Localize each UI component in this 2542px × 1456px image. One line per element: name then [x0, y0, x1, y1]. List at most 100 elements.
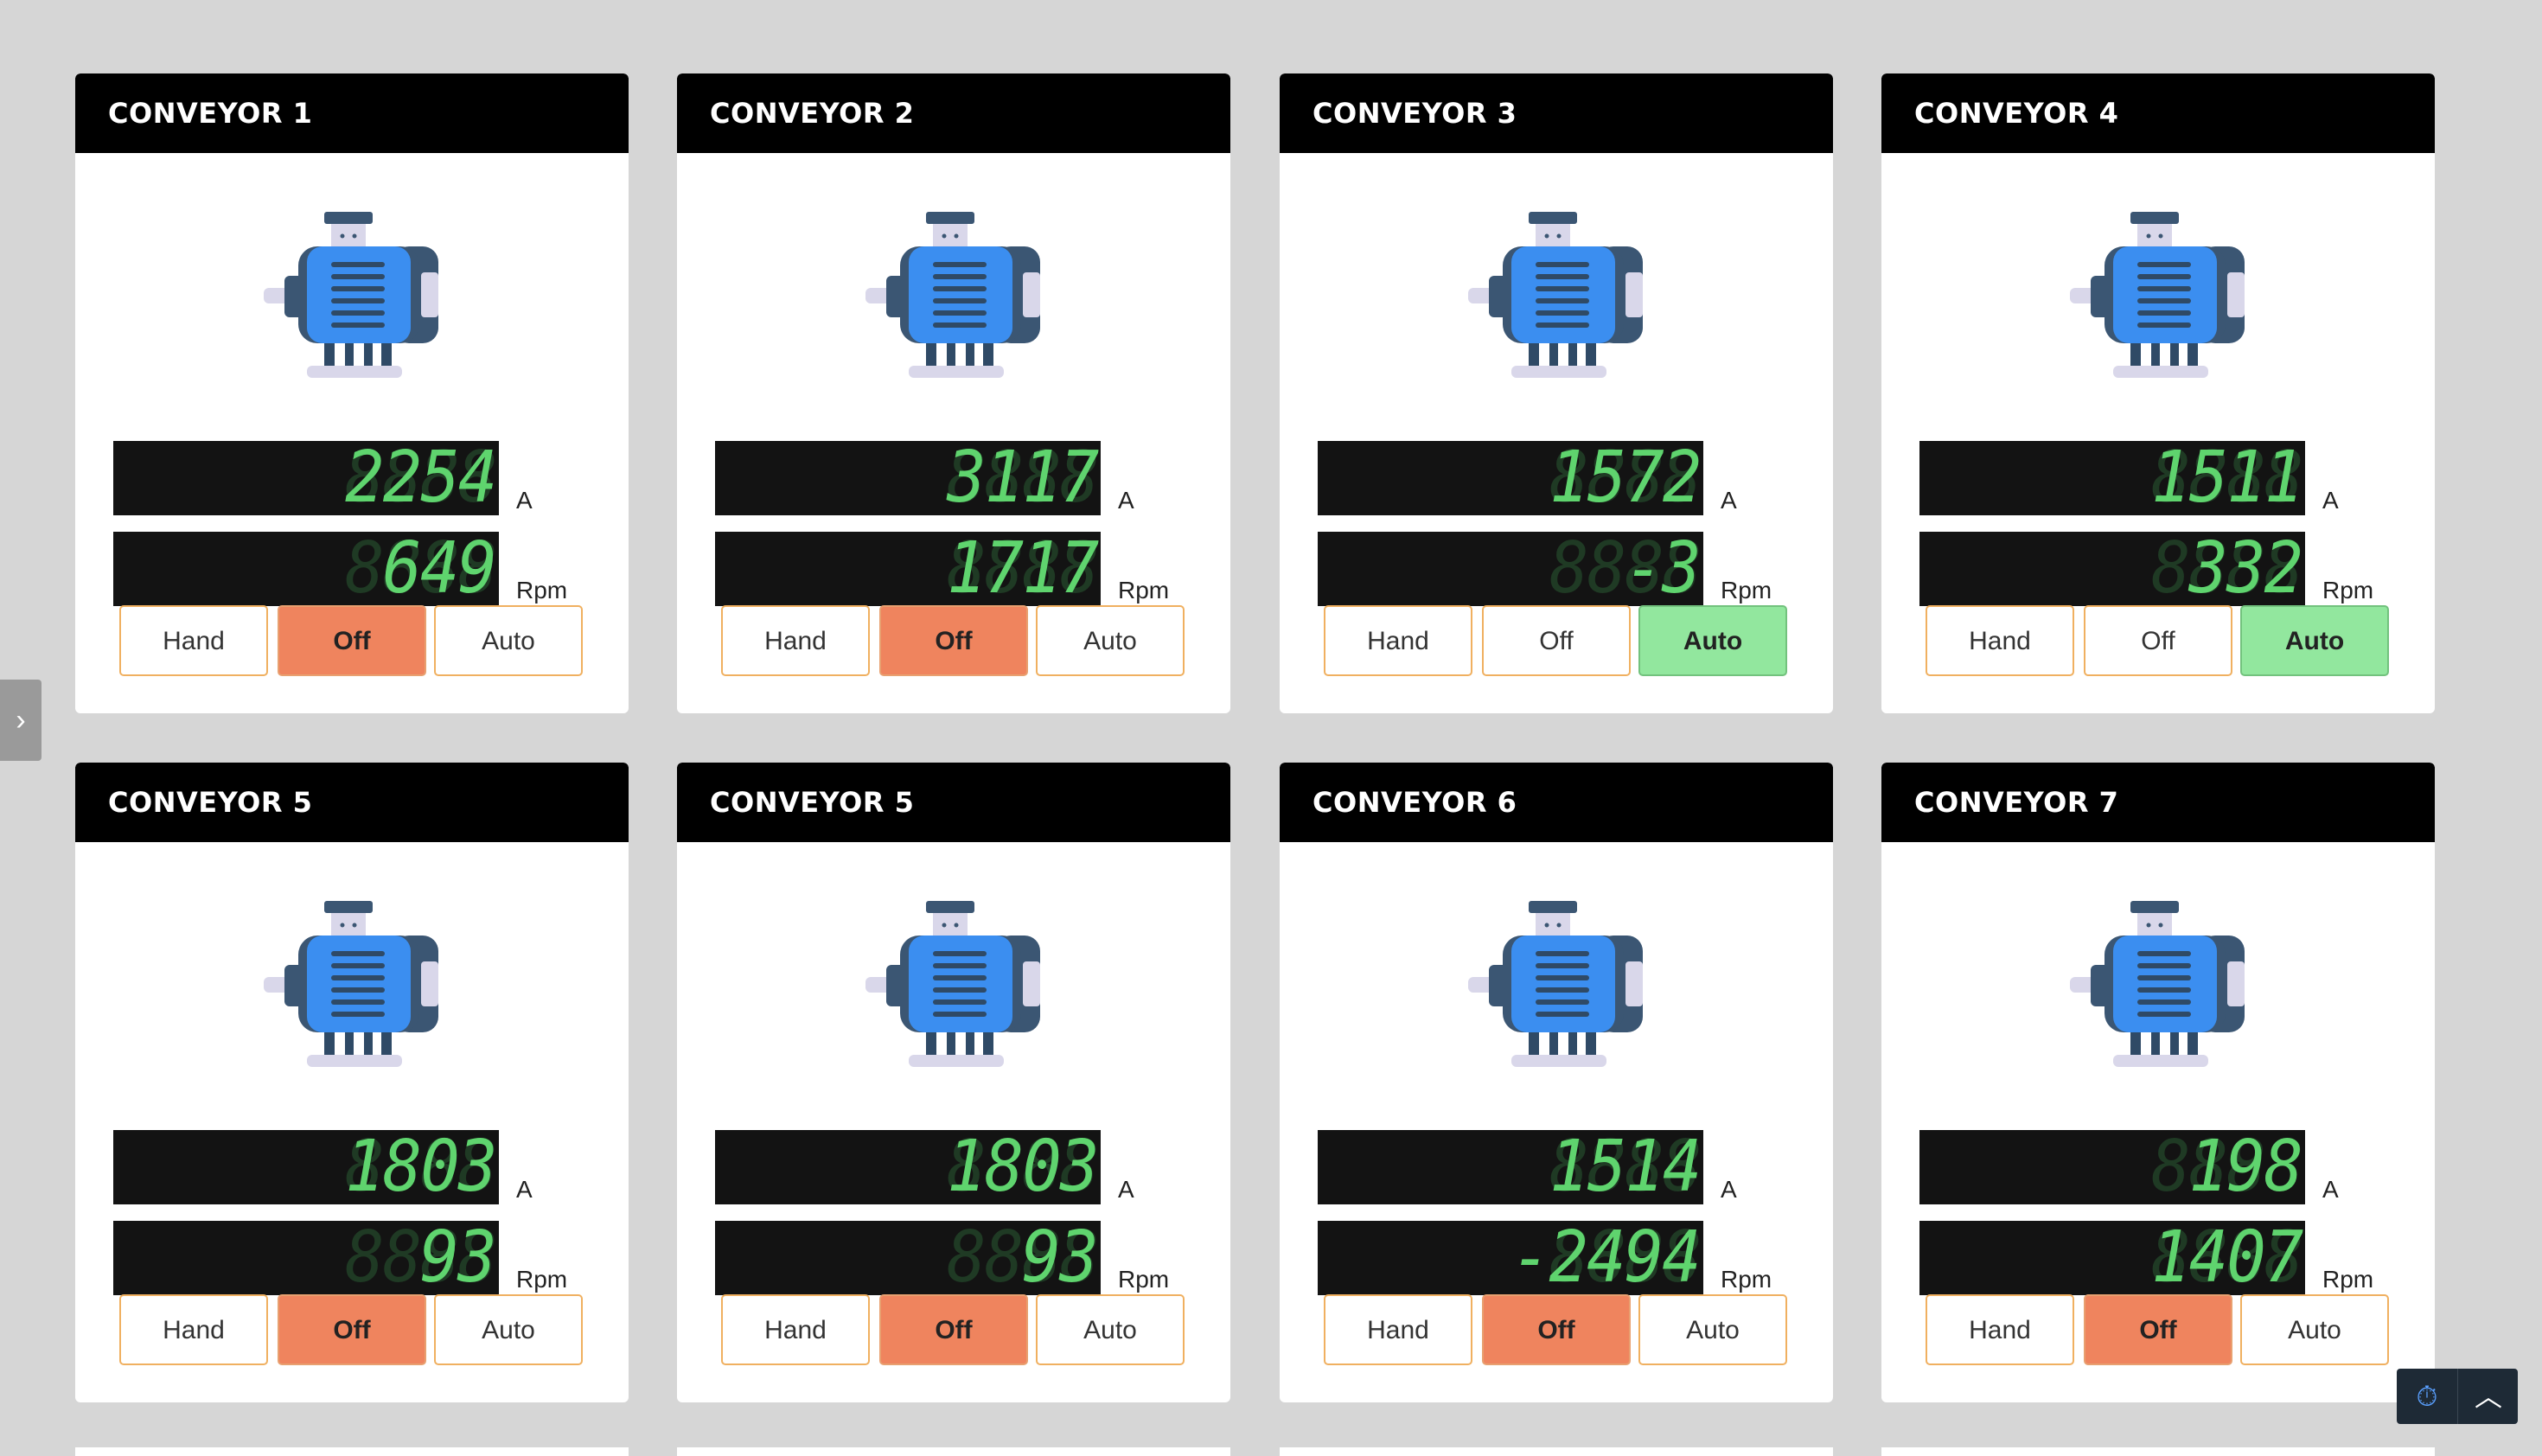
card-header: CONVEYOR 5 — [75, 763, 629, 842]
conveyor-card: CONVEYOR 2 8888 3117 A 8888 1717 Rpm Han… — [677, 73, 1230, 713]
speed-unit: Rpm — [1721, 1266, 1772, 1293]
speed-unit: Rpm — [2322, 1266, 2374, 1293]
auto-button[interactable]: Auto — [1638, 605, 1787, 676]
speed-value: -3 — [1624, 532, 1702, 606]
electric-motor-icon — [1468, 901, 1643, 1067]
speed-display: 8888 1407 — [1919, 1221, 2305, 1295]
hand-button[interactable]: Hand — [119, 1294, 268, 1365]
speed-display: 8888 649 — [113, 532, 499, 606]
speed-value: 332 — [2188, 532, 2303, 606]
speed-value: 93 — [419, 1221, 497, 1295]
partial-card — [1881, 1447, 2435, 1456]
hand-button[interactable]: Hand — [721, 605, 870, 676]
conveyor-title: CONVEYOR 4 — [1914, 97, 2119, 130]
auto-button[interactable]: Auto — [434, 605, 583, 676]
current-display: 8888 2254 — [113, 441, 499, 515]
auto-button[interactable]: Auto — [1036, 605, 1185, 676]
conveyor-title: CONVEYOR 5 — [108, 786, 313, 819]
electric-motor-icon — [2070, 212, 2245, 378]
speed-display: 8888 1717 — [715, 532, 1101, 606]
current-value: 2254 — [344, 441, 497, 515]
current-unit: A — [516, 487, 533, 514]
speed-unit: Rpm — [1118, 577, 1170, 603]
current-value: 3117 — [946, 441, 1099, 515]
current-display: 8888 1803 — [113, 1130, 499, 1204]
speed-unit: Rpm — [516, 577, 568, 603]
conveyor-title: CONVEYOR 7 — [1914, 786, 2119, 819]
speed-unit: Rpm — [516, 1266, 568, 1293]
card-header: CONVEYOR 2 — [677, 73, 1230, 153]
current-unit: A — [1118, 1176, 1134, 1203]
conveyor-title: CONVEYOR 6 — [1313, 786, 1517, 819]
conveyor-card: CONVEYOR 4 8888 1511 A 8888 332 Rpm Hand… — [1881, 73, 2435, 713]
current-display: 8888 198 — [1919, 1130, 2305, 1204]
conveyor-card: CONVEYOR 5 8888 1803 A 8888 93 Rpm Hand … — [75, 763, 629, 1402]
off-button[interactable]: Off — [1482, 605, 1631, 676]
current-value: 1572 — [1549, 441, 1702, 515]
electric-motor-icon — [264, 901, 438, 1067]
speed-value: 1717 — [946, 532, 1099, 606]
card-header: CONVEYOR 7 — [1881, 763, 2435, 842]
speed-value: 1407 — [2150, 1221, 2303, 1295]
hand-button[interactable]: Hand — [1324, 605, 1472, 676]
auto-button[interactable]: Auto — [2240, 605, 2389, 676]
speed-display: 8888 93 — [113, 1221, 499, 1295]
hand-button[interactable]: Hand — [1926, 605, 2074, 676]
chevron-up-icon[interactable]: ︿ — [2457, 1369, 2519, 1424]
hand-button[interactable]: Hand — [1926, 1294, 2074, 1365]
off-button[interactable]: Off — [2084, 1294, 2232, 1365]
electric-motor-icon — [2070, 901, 2245, 1067]
current-display: 8888 1572 — [1318, 441, 1703, 515]
conveyor-title: CONVEYOR 2 — [710, 97, 915, 130]
card-header: CONVEYOR 5 — [677, 763, 1230, 842]
current-value: 1803 — [344, 1130, 497, 1204]
conveyor-title: CONVEYOR 5 — [710, 786, 915, 819]
sidebar-toggle-button[interactable]: › — [0, 680, 42, 761]
partial-card — [1280, 1447, 1833, 1456]
speed-unit: Rpm — [2322, 577, 2374, 603]
off-button[interactable]: Off — [2084, 605, 2232, 676]
conveyor-title: CONVEYOR 1 — [108, 97, 313, 130]
current-value: 1511 — [2150, 441, 2303, 515]
electric-motor-icon — [264, 212, 438, 378]
current-unit: A — [516, 1176, 533, 1203]
conveyor-card: CONVEYOR 5 8888 1803 A 8888 93 Rpm Hand … — [677, 763, 1230, 1402]
off-button[interactable]: Off — [1482, 1294, 1631, 1365]
speed-value: 649 — [382, 532, 497, 606]
conveyor-card: CONVEYOR 1 8888 2254 A 8888 649 Rpm Hand… — [75, 73, 629, 713]
current-unit: A — [2322, 487, 2339, 514]
off-button[interactable]: Off — [879, 605, 1028, 676]
off-button[interactable]: Off — [278, 605, 426, 676]
current-value: 1803 — [946, 1130, 1099, 1204]
auto-button[interactable]: Auto — [434, 1294, 583, 1365]
conveyor-card: CONVEYOR 6 8888 1514 A 8888 -2494 Rpm Ha… — [1280, 763, 1833, 1402]
conveyor-card: CONVEYOR 3 8888 1572 A 8888 -3 Rpm Hand … — [1280, 73, 1833, 713]
hand-button[interactable]: Hand — [721, 1294, 870, 1365]
speed-value: 93 — [1021, 1221, 1099, 1295]
card-header: CONVEYOR 4 — [1881, 73, 2435, 153]
auto-button[interactable]: Auto — [2240, 1294, 2389, 1365]
hand-button[interactable]: Hand — [119, 605, 268, 676]
current-unit: A — [2322, 1176, 2339, 1203]
auto-button[interactable]: Auto — [1036, 1294, 1185, 1365]
speed-display: 8888 -3 — [1318, 532, 1703, 606]
card-header: CONVEYOR 1 — [75, 73, 629, 153]
current-display: 8888 1803 — [715, 1130, 1101, 1204]
off-button[interactable]: Off — [278, 1294, 426, 1365]
floating-toolbar: ⏱ ︿ — [2397, 1369, 2518, 1424]
current-value: 198 — [2188, 1130, 2303, 1204]
current-display: 8888 3117 — [715, 441, 1101, 515]
card-header: CONVEYOR 3 — [1280, 73, 1833, 153]
auto-button[interactable]: Auto — [1638, 1294, 1787, 1365]
stopwatch-icon[interactable]: ⏱ — [2397, 1369, 2457, 1424]
chevron-right-icon: › — [16, 704, 26, 737]
speed-unit: Rpm — [1721, 577, 1772, 603]
card-header: CONVEYOR 6 — [1280, 763, 1833, 842]
off-button[interactable]: Off — [879, 1294, 1028, 1365]
conveyor-card: CONVEYOR 7 8888 198 A 8888 1407 Rpm Hand… — [1881, 763, 2435, 1402]
speed-display: 8888 332 — [1919, 532, 2305, 606]
electric-motor-icon — [1468, 212, 1643, 378]
hand-button[interactable]: Hand — [1324, 1294, 1472, 1365]
current-unit: A — [1118, 487, 1134, 514]
partial-card — [75, 1447, 629, 1456]
